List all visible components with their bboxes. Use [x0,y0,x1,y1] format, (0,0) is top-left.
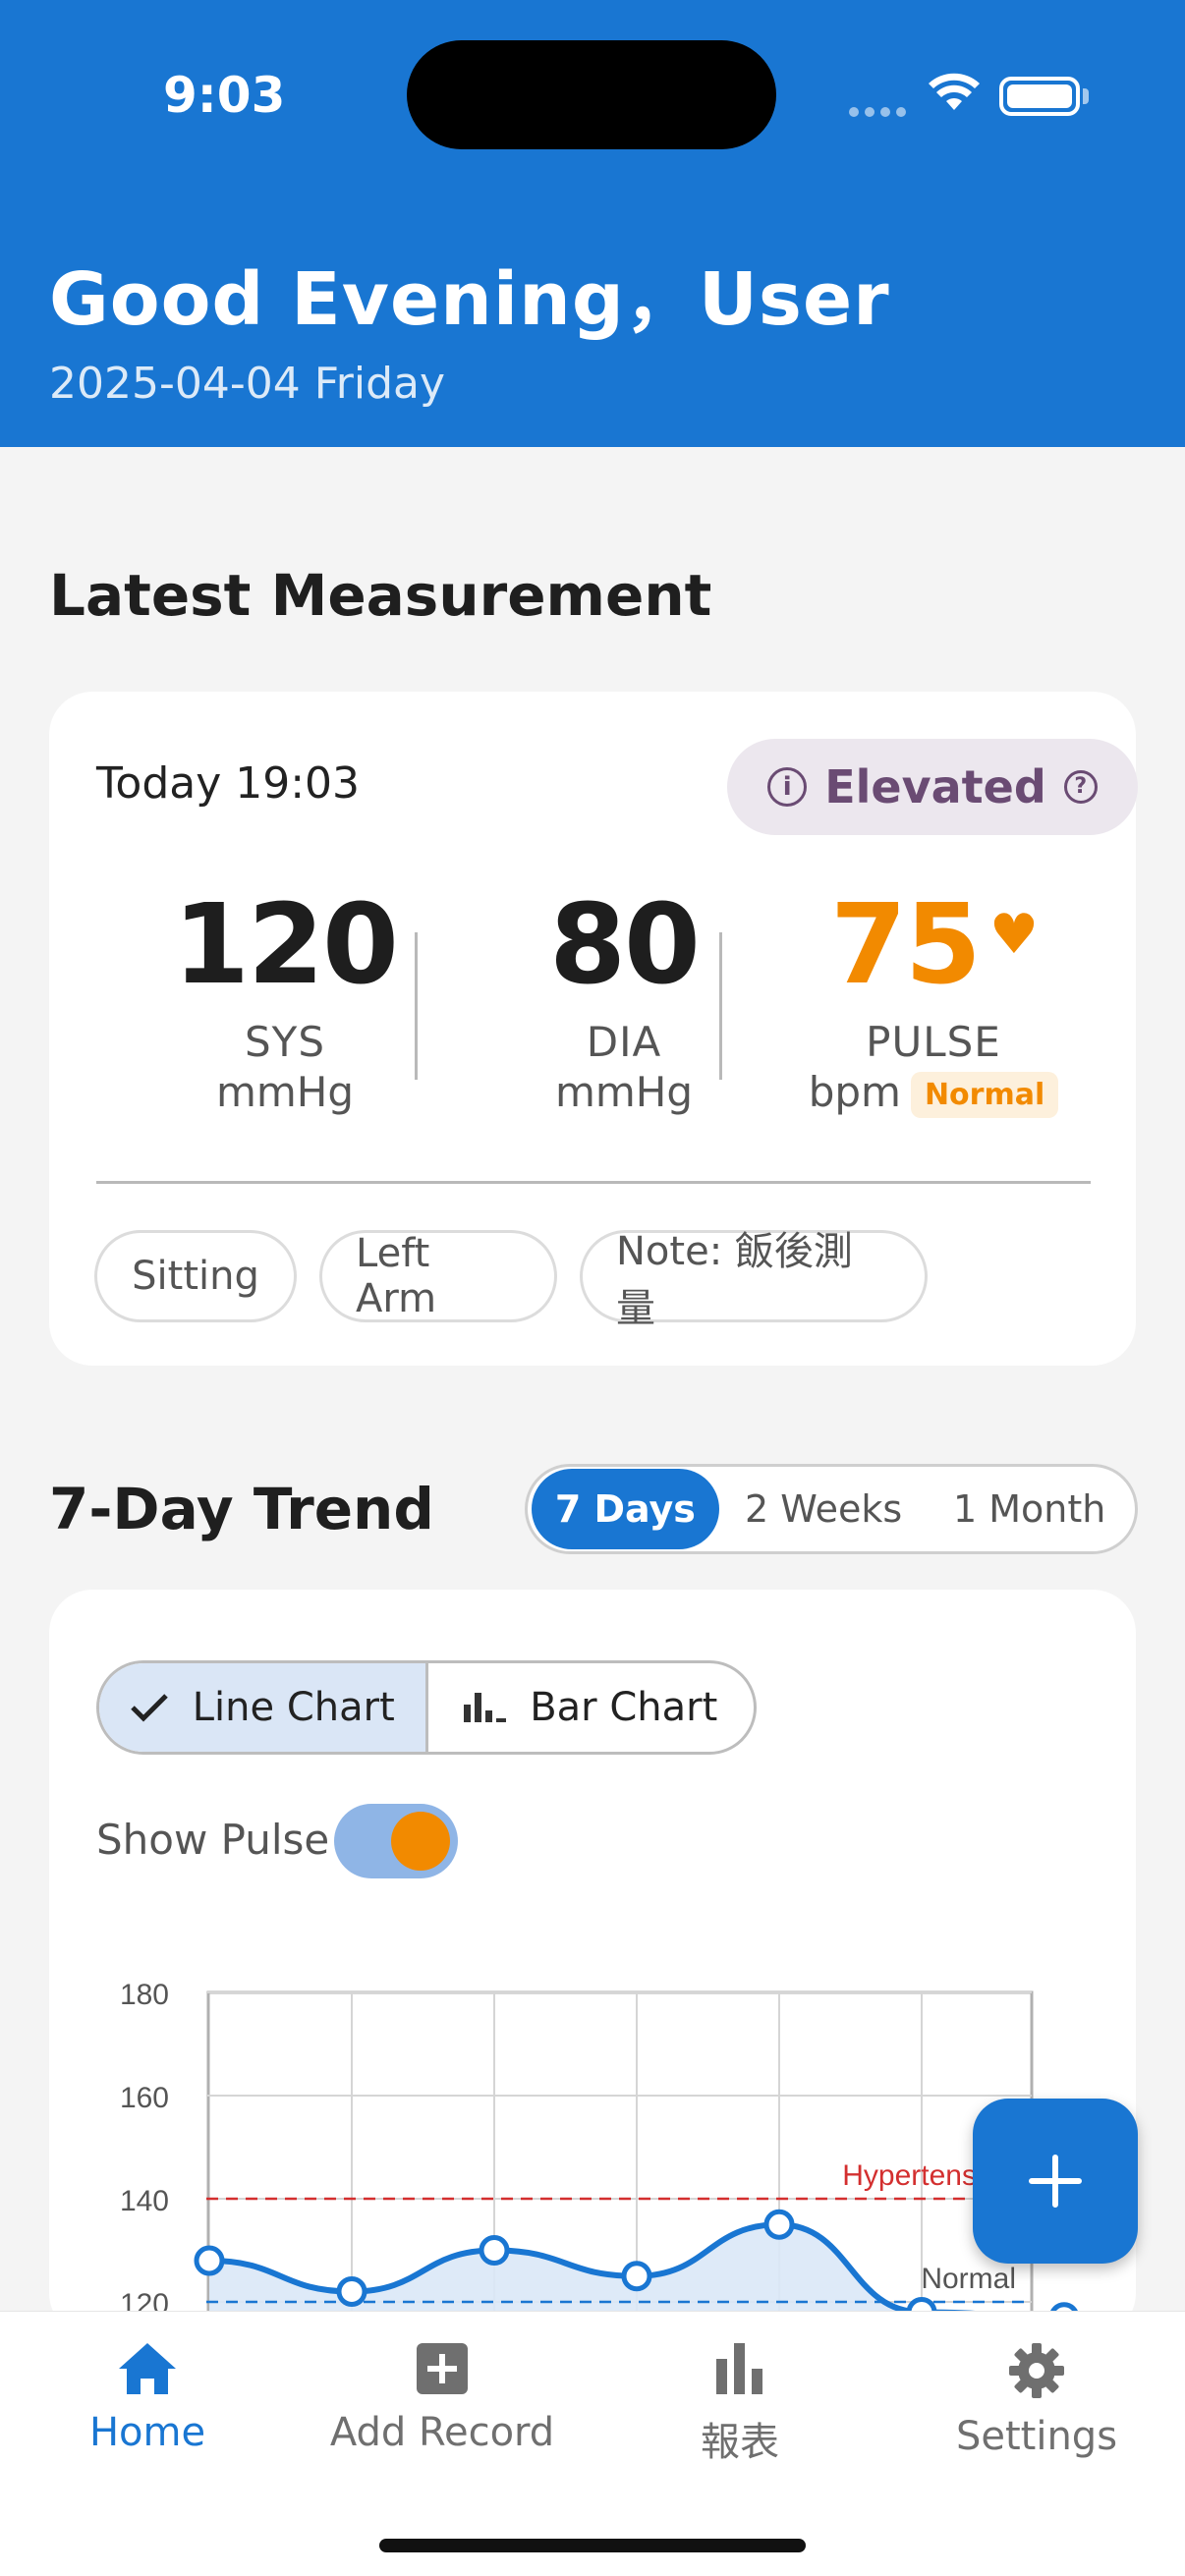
dia-label: DIA [586,1017,662,1066]
pulse-value: 75 [829,881,982,1009]
bp-status-chip[interactable]: i Elevated ? [727,739,1138,835]
battery-icon [999,77,1080,116]
heart-icon: ♥ [988,903,1039,968]
nav-reports-label: 報表 [701,2420,779,2465]
sys-unit: mmHg [215,1067,355,1116]
data-point [479,2235,510,2266]
pulse-label: PULSE [866,1017,1001,1066]
range-1-month[interactable]: 1 Month [928,1469,1131,1549]
data-point [336,2276,367,2307]
nav-settings[interactable]: Settings [889,2341,1184,2459]
pulse-metric: 75 ♥ PULSE bpm Normal [776,881,1091,1118]
bar-chart-icon [716,2343,762,2394]
dia-unit: mmHg [554,1067,694,1116]
help-icon[interactable]: ? [1063,770,1098,804]
bp-status-label: Elevated [824,760,1046,813]
sys-value: 120 [173,881,399,1009]
y-tick-label: 160 [120,2082,169,2114]
bottom-navigation: Home Add Record 報表 Settings [0,2311,1185,2576]
metric-divider [719,932,722,1080]
app-header: 9:03 Good Evening，User 2025-04-04 Friday [0,0,1185,447]
gear-icon [1009,2343,1064,2398]
status-bar-time: 9:03 [163,67,286,124]
range-7-days[interactable]: 7 Days [532,1469,719,1549]
nav-home[interactable]: Home [0,2341,295,2455]
arm-chip: Left Arm [319,1230,557,1322]
trend-title: 7-Day Trend [49,1476,434,1542]
data-point [763,2209,795,2240]
home-icon [119,2343,176,2394]
latest-measurement-card[interactable]: Today 19:03 i Elevated ? 120 SYS mmHg 80… [49,692,1138,1366]
add-box-icon [417,2343,468,2394]
dia-value: 80 [549,881,701,1009]
pulse-unit-row: bpm Normal [776,1068,1091,1118]
range-selector[interactable]: 7 Days 2 Weeks 1 Month [525,1464,1138,1554]
add-measurement-fab[interactable] [973,2099,1138,2264]
metric-divider [415,932,418,1080]
measurement-time: Today 19:03 [96,758,361,809]
pulse-status-badge: Normal [910,1071,1059,1118]
battery-cap [1083,88,1089,104]
pulse-value-row: 75 ♥ [776,881,1091,1009]
cellular-signal-icon [849,102,912,121]
greeting-title: Good Evening，User [49,257,890,342]
y-tick-label: 140 [120,2185,169,2217]
card-divider [96,1181,1091,1184]
range-2-weeks[interactable]: 2 Weeks [719,1469,929,1549]
nav-settings-label: Settings [955,2414,1118,2459]
data-point [621,2261,652,2292]
pulse-unit: bpm [808,1067,901,1116]
reference-line-label: Normal [921,2263,1016,2295]
y-tick-label: 180 [120,1979,169,2011]
nav-reports[interactable]: 報表 [592,2341,887,2467]
posture-chip: Sitting [94,1230,297,1322]
data-point [194,2245,225,2276]
nav-add-record[interactable]: Add Record [295,2341,590,2455]
sys-label: SYS [245,1017,325,1066]
latest-measurement-title: Latest Measurement [49,562,712,629]
wifi-icon [929,73,980,110]
nav-home-label: Home [88,2410,206,2455]
plus-icon [1029,2155,1082,2208]
dynamic-island [407,40,776,149]
current-date: 2025-04-04 Friday [49,359,446,409]
note-chip: Note: 飯後測量 [580,1229,928,1331]
nav-add-record-label: Add Record [329,2410,555,2455]
home-indicator [379,2539,806,2552]
dia-metric: 80 DIA mmHg [467,881,781,1116]
info-icon: i [767,767,808,807]
sys-metric: 120 SYS mmHg [128,881,442,1116]
